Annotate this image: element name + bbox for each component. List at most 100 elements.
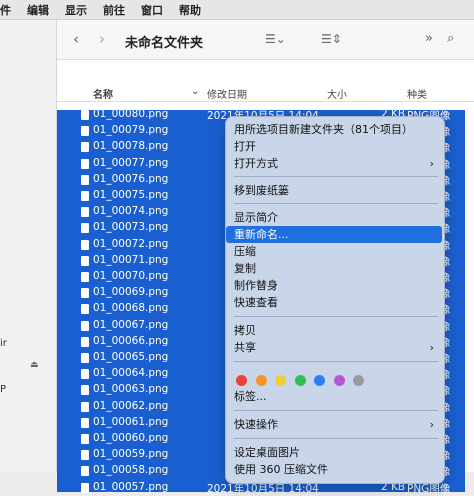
file-name: 01_00073.png: [93, 221, 169, 234]
menu-item-set-desktop[interactable]: 设定桌面图片: [234, 444, 438, 461]
file-name: 01_00062.png: [93, 399, 169, 412]
menu-separator: [234, 438, 438, 439]
file-name: 01_00080.png: [93, 108, 169, 120]
png-file-icon: [81, 450, 89, 461]
png-file-icon: [81, 482, 89, 493]
png-file-icon: [81, 207, 89, 218]
column-size[interactable]: 大小: [327, 86, 347, 101]
menu-separator: [234, 176, 438, 177]
sort-icon[interactable]: ☰⇕: [321, 32, 342, 46]
sidebar: ir ⏏ P: [0, 20, 56, 472]
png-file-icon: [81, 158, 89, 169]
png-file-icon: [81, 272, 89, 282]
menu-item-open-with[interactable]: 打开方式 ›: [234, 155, 438, 172]
png-file-icon: [81, 466, 89, 477]
png-file-icon: [81, 401, 89, 412]
tag-color-dot[interactable]: [255, 375, 267, 386]
file-name: 01_00057.png: [93, 480, 169, 493]
tag-color-dot[interactable]: [314, 375, 325, 386]
menu-bar: 件 编辑 显示 前往 窗口 帮助: [0, 0, 474, 20]
png-file-icon: [81, 434, 89, 444]
file-name: 01_00064.png: [93, 367, 169, 380]
file-name: 01_00068.png: [93, 302, 169, 315]
column-name[interactable]: 名称: [93, 86, 113, 101]
finder-window: ‹ › 未命名文件夹 ☰⌄ ☰⇕ » ⌕ 名称 ⌄ 修改日期 大小 种类 01_…: [56, 20, 474, 495]
menu-item-share[interactable]: 共享 ›: [234, 339, 438, 356]
png-file-icon: [81, 191, 89, 201]
menu-item-make-alias[interactable]: 制作替身: [234, 277, 438, 294]
search-icon[interactable]: ⌕: [447, 31, 454, 46]
menu-item-duplicate[interactable]: 复制: [234, 260, 438, 277]
png-file-icon: [81, 320, 89, 331]
column-kind[interactable]: 种类: [407, 86, 427, 101]
back-icon[interactable]: ‹: [73, 30, 79, 48]
menu-separator: [234, 316, 438, 317]
file-name: 01_00063.png: [93, 383, 169, 396]
tag-color-dot[interactable]: [294, 375, 306, 386]
file-name: 01_00078.png: [93, 140, 169, 153]
menu-separator: [234, 361, 438, 362]
menu-file[interactable]: 件: [0, 2, 11, 18]
chevron-down-icon: ⌄: [191, 86, 200, 97]
file-name: 01_00065.png: [93, 351, 169, 363]
menu-item-quick-actions[interactable]: 快速操作 ›: [234, 416, 438, 433]
tag-color-dot[interactable]: [275, 375, 286, 386]
chevron-right-icon: ›: [429, 341, 434, 354]
menu-item-compress[interactable]: 压缩: [234, 243, 438, 260]
tag-color-dot[interactable]: [353, 375, 364, 386]
file-name: 01_00058.png: [93, 464, 169, 477]
png-file-icon: [81, 369, 89, 380]
menu-go[interactable]: 前往: [103, 2, 125, 18]
menu-item-trash[interactable]: 移到废纸篓: [234, 182, 438, 199]
png-file-icon: [81, 142, 89, 153]
eject-icon[interactable]: ⏏: [30, 360, 39, 370]
menu-item-rename[interactable]: 重新命名...: [226, 226, 442, 243]
chevron-right-icon: ›: [429, 157, 434, 170]
menu-window[interactable]: 窗口: [141, 2, 163, 18]
toolbar: ‹ › 未命名文件夹 ☰⌄ ☰⇕ » ⌕: [57, 20, 474, 60]
file-name: 01_00061.png: [93, 415, 169, 428]
menu-item-copy[interactable]: 拷贝: [234, 322, 438, 339]
sidebar-item-label[interactable]: P: [0, 384, 6, 395]
png-file-icon: [81, 110, 89, 120]
column-header: 名称 ⌄ 修改日期 大小 种类: [57, 82, 474, 102]
file-name: 01_00077.png: [93, 156, 169, 169]
png-file-icon: [81, 417, 89, 428]
png-file-icon: [81, 174, 89, 185]
file-name: 01_00060.png: [93, 432, 169, 444]
file-name: 01_00076.png: [93, 172, 169, 185]
forward-icon[interactable]: ›: [99, 30, 105, 48]
menu-item-open[interactable]: 打开: [234, 138, 438, 155]
tag-color-dot[interactable]: [333, 375, 345, 386]
file-name: 01_00070.png: [93, 270, 169, 282]
png-file-icon: [81, 255, 89, 266]
png-file-icon: [81, 288, 89, 299]
menu-view[interactable]: 显示: [65, 2, 87, 18]
png-file-icon: [81, 336, 89, 347]
menu-help[interactable]: 帮助: [179, 2, 201, 18]
menu-item-get-info[interactable]: 显示简介: [234, 209, 438, 226]
chevron-right-icon: ›: [429, 418, 434, 431]
menu-edit[interactable]: 编辑: [27, 2, 49, 18]
more-icon[interactable]: »: [425, 31, 433, 46]
file-name: 01_00067.png: [93, 318, 169, 331]
png-file-icon: [81, 385, 89, 396]
sidebar-item-label[interactable]: ir: [0, 338, 7, 349]
tag-color-dot[interactable]: [236, 375, 247, 386]
png-file-icon: [81, 239, 89, 250]
context-menu: 用所选项目新建文件夹（81个项目） 打开 打开方式 › 移到废纸篓 显示简介 重新…: [225, 116, 445, 484]
file-name: 01_00079.png: [93, 124, 169, 137]
column-date[interactable]: 修改日期: [207, 86, 247, 101]
menu-item-new-folder[interactable]: 用所选项目新建文件夹（81个项目）: [234, 121, 438, 138]
window-title: 未命名文件夹: [125, 36, 204, 51]
png-file-icon: [81, 126, 89, 137]
file-name: 01_00066.png: [93, 334, 169, 347]
list-view-icon[interactable]: ☰⌄: [265, 32, 286, 46]
menu-separator: [234, 203, 438, 204]
png-file-icon: [81, 353, 89, 363]
file-name: 01_00071.png: [93, 253, 169, 266]
menu-item-compress-360[interactable]: 使用 360 压缩文件: [234, 461, 438, 478]
menu-item-quick-look[interactable]: 快速查看: [234, 294, 438, 311]
menu-separator: [234, 410, 438, 411]
menu-item-tags[interactable]: 标签...: [234, 388, 438, 405]
